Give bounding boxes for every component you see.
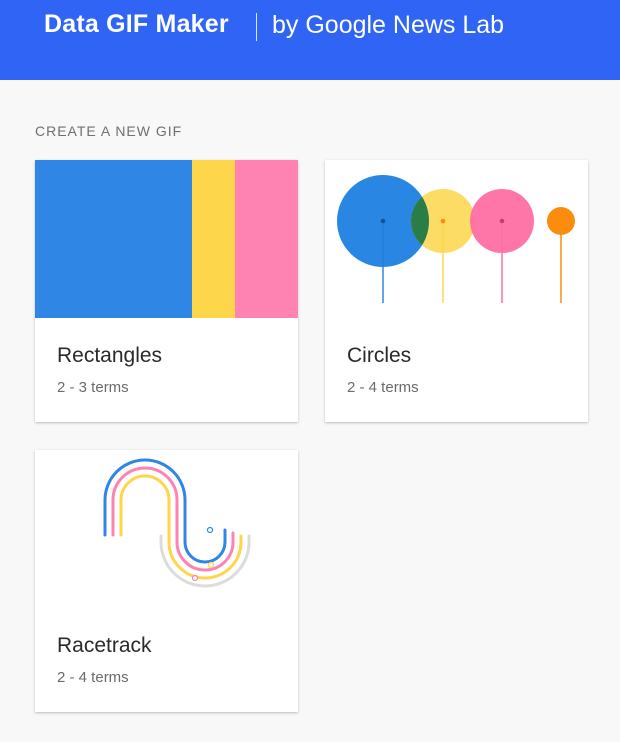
- circles-card[interactable]: Circles 2 - 4 terms: [325, 160, 588, 422]
- app-title[interactable]: Data GIF Maker: [44, 10, 229, 39]
- rectangles-illustration: [35, 160, 298, 318]
- rectangles-thumbnail: [35, 160, 298, 318]
- circles-thumbnail: [325, 160, 588, 318]
- card-title: Circles: [347, 344, 412, 367]
- racetrack-card[interactable]: Racetrack 2 - 4 terms: [35, 450, 298, 712]
- card-title: Rectangles: [57, 344, 163, 367]
- card-title: Racetrack: [57, 634, 152, 657]
- section-heading: CREATE A NEW GIF: [35, 123, 183, 139]
- app-header: Data GIF Maker by Google News Lab: [0, 0, 620, 80]
- card-subtitle: 2 - 4 terms: [57, 669, 129, 686]
- racetrack-thumbnail: [35, 450, 298, 608]
- header-divider: [256, 13, 257, 41]
- racetrack-illustration: [103, 458, 251, 588]
- card-subtitle: 2 - 3 terms: [57, 379, 129, 396]
- app-byline: by Google News Lab: [272, 11, 505, 39]
- rectangles-card[interactable]: Rectangles 2 - 3 terms: [35, 160, 298, 422]
- circles-illustration: [337, 175, 575, 303]
- card-subtitle: 2 - 4 terms: [347, 379, 419, 396]
